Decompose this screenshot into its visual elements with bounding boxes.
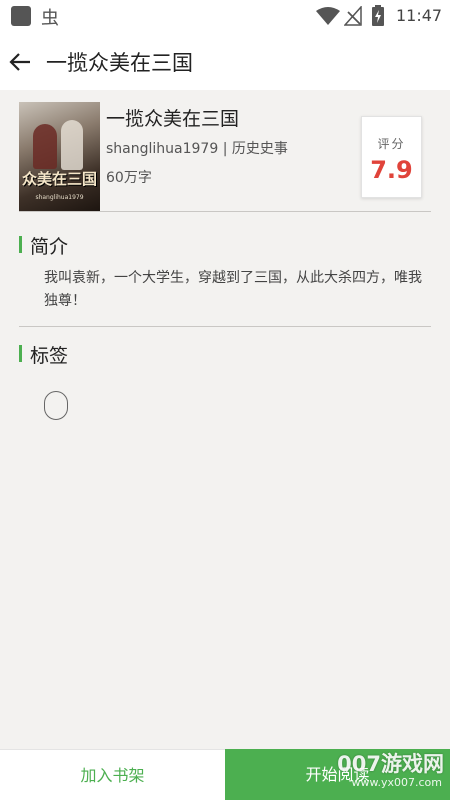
battery-charging-icon (372, 5, 384, 26)
tag-chip[interactable] (44, 391, 68, 420)
intro-heading: 简介 (30, 236, 69, 258)
arrow-left-icon[interactable] (8, 49, 34, 75)
add-to-shelf-button[interactable]: 加入书架 (0, 749, 225, 800)
watermark-url: www.yx007.com (351, 776, 442, 789)
wifi-icon (316, 7, 340, 25)
divider (19, 326, 431, 327)
score-value: 7.9 (370, 156, 413, 184)
clock-time: 11:47 (396, 6, 443, 25)
cover-author: shanglihua1979 (35, 194, 84, 201)
page-title: 一揽众美在三国 (46, 51, 193, 75)
app-square-icon (11, 6, 31, 26)
cover-title: 众美在三国 (21, 170, 97, 188)
cover-figure-left (33, 124, 57, 169)
intro-text: 我叫袁新，一个大学生，穿越到了三国，从此大杀四方，唯我独尊！ (44, 270, 422, 309)
divider (19, 211, 431, 212)
watermark-text: 007游戏网 (337, 752, 444, 776)
score-label: 评分 (377, 137, 406, 151)
book-word-count: 60万字 (106, 170, 152, 186)
section-accent-bar (19, 345, 22, 362)
cover-figure-right (61, 120, 83, 170)
no-signal-icon (344, 6, 362, 26)
book-cover[interactable]: 众美在三国 shanglihua1979 (19, 102, 100, 211)
score-card: 评分 7.9 (361, 116, 422, 198)
bug-icon: 虫 (41, 8, 59, 29)
book-title: 一揽众美在三国 (106, 108, 240, 130)
book-header: 众美在三国 shanglihua1979 一揽众美在三国 shanglihua1… (0, 90, 450, 220)
book-author-category: shanglihua1979 | 历史史事 (106, 141, 288, 157)
app-bar: 一揽众美在三国 (0, 32, 450, 90)
status-bar: 虫 11:47 (0, 0, 450, 32)
section-accent-bar (19, 236, 22, 253)
tags-heading: 标签 (30, 345, 69, 367)
